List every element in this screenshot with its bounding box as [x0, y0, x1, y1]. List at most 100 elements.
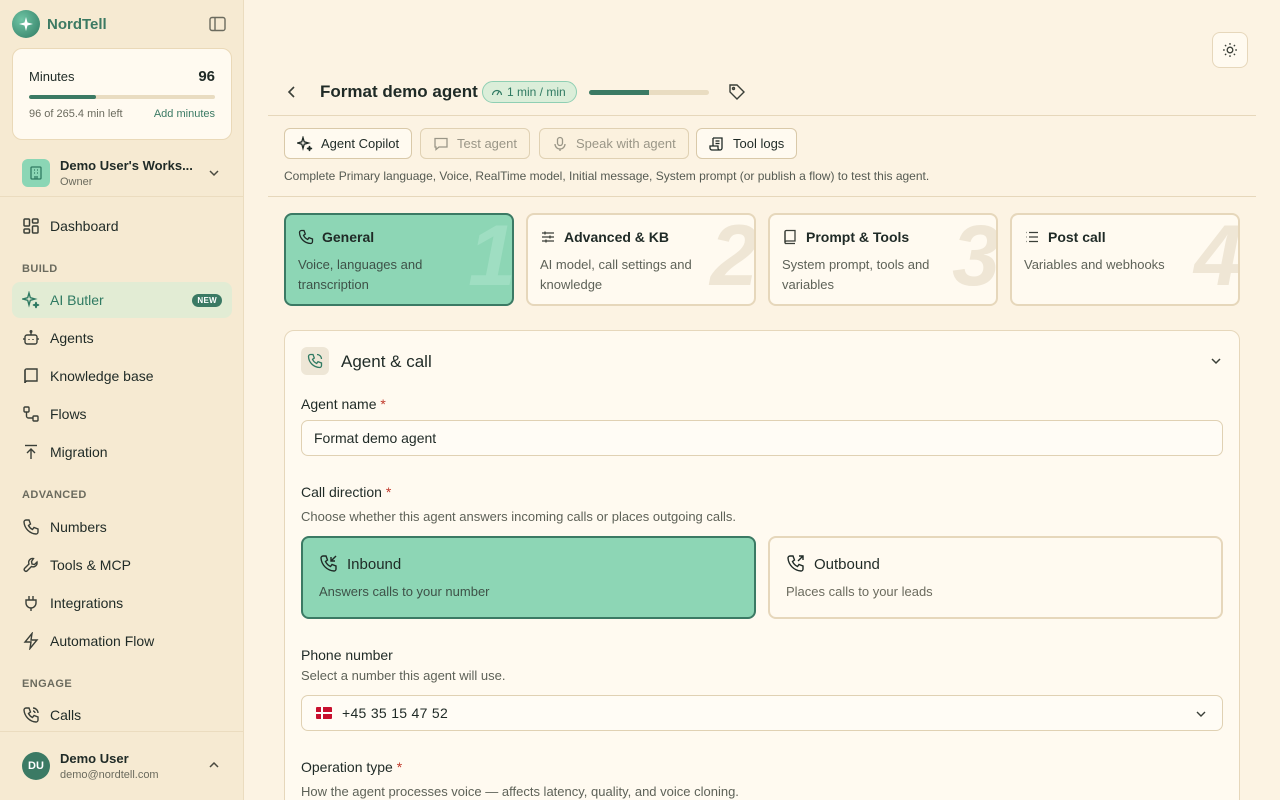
test-agent-button[interactable]: Test agent [420, 128, 530, 159]
message-icon [434, 137, 448, 151]
phone-number-value: +45 35 15 47 52 [342, 705, 449, 721]
zap-icon [23, 632, 39, 650]
divider [0, 196, 244, 197]
phone-incoming-icon [320, 555, 337, 572]
tool-logs-button[interactable]: Tool logs [696, 128, 798, 159]
agent-name-input[interactable] [301, 420, 1223, 456]
agent-name-label-text: Agent name [301, 396, 377, 412]
chevron-up-icon [208, 759, 220, 771]
divider [268, 196, 1256, 197]
collapse-panel-button[interactable] [1209, 354, 1223, 368]
denmark-flag-icon [316, 707, 332, 719]
sidebar-item-integrations[interactable]: Integrations [12, 585, 232, 621]
agent-copilot-button[interactable]: Agent Copilot [284, 128, 413, 159]
sidebar-item-dashboard[interactable]: Dashboard [12, 208, 232, 244]
sidebar-item-calls[interactable]: Calls [12, 697, 232, 733]
user-email: demo@nordtell.com [60, 769, 159, 781]
brand[interactable]: NordTell [12, 10, 107, 38]
wrench-icon [23, 557, 38, 572]
sidebar-item-label: Tools & MCP [50, 557, 131, 573]
bot-icon [23, 330, 39, 345]
back-button[interactable] [284, 84, 300, 100]
sidebar-item-label: Calls [50, 707, 82, 723]
sidebar-item-automation-flow[interactable]: Automation Flow [12, 623, 232, 659]
sidebar-toggle-icon[interactable] [209, 16, 226, 32]
inbound-option[interactable]: Inbound Answers calls to your number [301, 536, 756, 619]
step-description: System prompt, tools and variables [782, 257, 930, 292]
add-minutes-link[interactable]: Add minutes [154, 108, 215, 120]
sidebar-item-label: Integrations [50, 595, 124, 611]
inbound-description: Answers calls to your number [319, 584, 490, 599]
minutes-remaining: 96 of 265.4 min left [29, 108, 123, 120]
call-direction-label-text: Call direction [301, 484, 382, 500]
tag-button[interactable] [728, 83, 746, 101]
sidebar-item-label: AI Butler [50, 292, 104, 308]
speak-with-agent-label: Speak with agent [576, 136, 676, 151]
minutes-progress-fill [29, 95, 97, 99]
call-direction-description: Choose whether this agent answers incomi… [301, 509, 737, 524]
step-advanced-kb[interactable]: 2 Advanced & KB AI model, call settings … [526, 213, 756, 306]
brand-name: NordTell [47, 15, 107, 33]
agent-name-label: Agent name * [301, 396, 386, 412]
workspace-name: Demo User's Works... [60, 158, 193, 173]
user-menu[interactable]: DU Demo User demo@nordtell.com [12, 742, 232, 790]
outbound-description: Places calls to your leads [786, 584, 933, 599]
microphone-icon [554, 136, 566, 151]
required-mark: * [385, 484, 392, 500]
phone-number-select[interactable]: +45 35 15 47 52 [301, 695, 1223, 731]
sidebar-item-flows[interactable]: Flows [12, 396, 232, 432]
sidebar-item-label: Dashboard [50, 218, 119, 234]
required-mark: * [396, 759, 403, 775]
sidebar-item-agents[interactable]: Agents [12, 320, 232, 356]
step-post-call[interactable]: 4 Post call Variables and webhooks [1010, 213, 1240, 306]
sparkles-icon [297, 135, 313, 151]
brand-logo-icon [12, 10, 40, 38]
agent-copilot-label: Agent Copilot [321, 136, 400, 151]
user-name: Demo User [60, 751, 129, 766]
step-general[interactable]: 1 General Voice, languages and transcrip… [284, 213, 514, 306]
theme-toggle-button[interactable] [1212, 32, 1248, 68]
minutes-card: Minutes 96 96 of 265.4 min left Add minu… [12, 48, 232, 140]
tag-icon [729, 84, 745, 100]
rate-progress-bar [589, 90, 709, 95]
call-direction-label: Call direction * [301, 484, 391, 500]
sidebar-item-tools-mcp[interactable]: Tools & MCP [12, 547, 232, 583]
sidebar-item-label: Automation Flow [50, 633, 155, 649]
sidebar-item-knowledge-base[interactable]: Knowledge base [12, 358, 232, 394]
rate-label: 1 min / min [507, 85, 566, 99]
workspace-switcher[interactable]: Demo User's Works... Owner [12, 150, 232, 196]
nav-section-advanced: ADVANCED [22, 489, 87, 501]
sidebar-item-migration[interactable]: Migration [12, 434, 232, 470]
sidebar-item-label: Migration [50, 444, 108, 460]
sidebar-item-label: Flows [50, 406, 87, 422]
rate-badge: 1 min / min [482, 81, 577, 103]
speak-with-agent-button[interactable]: Speak with agent [539, 128, 689, 159]
sidebar-item-label: Agents [50, 330, 94, 346]
step-prompt-tools[interactable]: 3 Prompt & Tools System prompt, tools an… [768, 213, 998, 306]
sliders-icon [542, 231, 554, 243]
chevron-down-icon [1194, 707, 1208, 721]
inbound-title: Inbound [347, 555, 402, 573]
book-icon [784, 229, 796, 245]
nav-section-engage: ENGAGE [22, 678, 73, 690]
minutes-label: Minutes [29, 69, 75, 84]
minutes-value: 96 [198, 68, 215, 85]
step-title: Prompt & Tools [806, 229, 910, 245]
test-agent-label: Test agent [457, 136, 517, 151]
outbound-option[interactable]: Outbound Places calls to your leads [768, 536, 1223, 619]
building-icon [22, 159, 50, 187]
sidebar-item-ai-butler[interactable]: AI Butler NEW [12, 282, 232, 318]
phone-call-icon [23, 707, 39, 723]
dashboard-icon [23, 218, 39, 234]
phone-icon [298, 229, 314, 245]
avatar: DU [22, 752, 50, 780]
tool-logs-label: Tool logs [733, 136, 785, 151]
arrow-up-to-line-icon [25, 444, 37, 459]
step-title: Advanced & KB [564, 229, 670, 245]
operation-type-label: Operation type * [301, 759, 402, 775]
plug-icon [25, 596, 37, 611]
phone-outgoing-icon [787, 555, 804, 572]
phone-icon [301, 347, 329, 375]
step-title: Post call [1048, 229, 1106, 245]
sidebar-item-numbers[interactable]: Numbers [12, 509, 232, 545]
